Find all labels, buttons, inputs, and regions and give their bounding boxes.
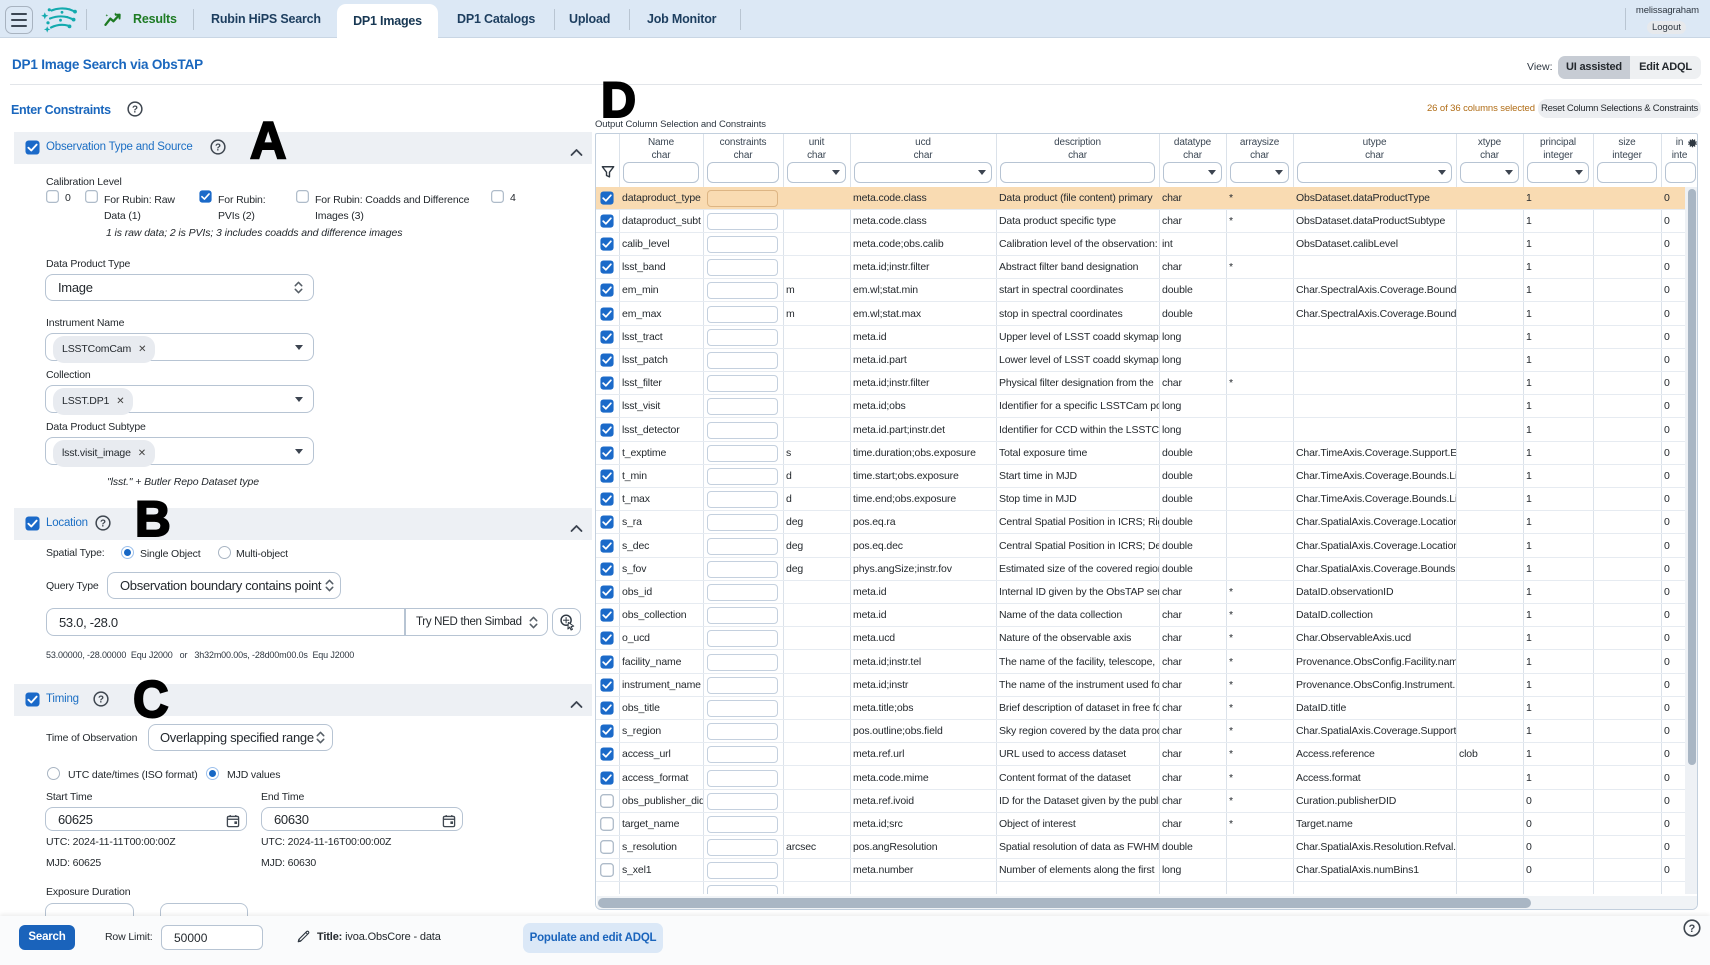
svg-text:?: ?	[132, 104, 138, 115]
svg-text:?: ?	[100, 518, 106, 529]
svg-text:?: ?	[215, 142, 221, 153]
svg-text:?: ?	[98, 694, 104, 705]
svg-text:?: ?	[1689, 923, 1696, 935]
